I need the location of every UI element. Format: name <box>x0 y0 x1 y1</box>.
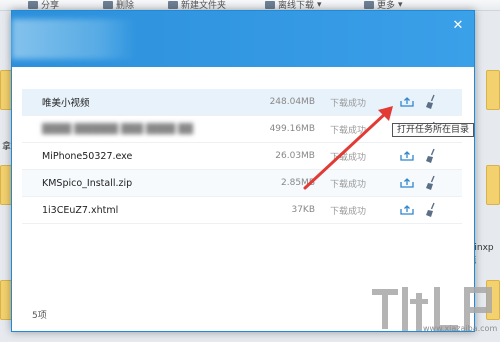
watermark-url: www.xiazaiba.com <box>423 324 498 333</box>
